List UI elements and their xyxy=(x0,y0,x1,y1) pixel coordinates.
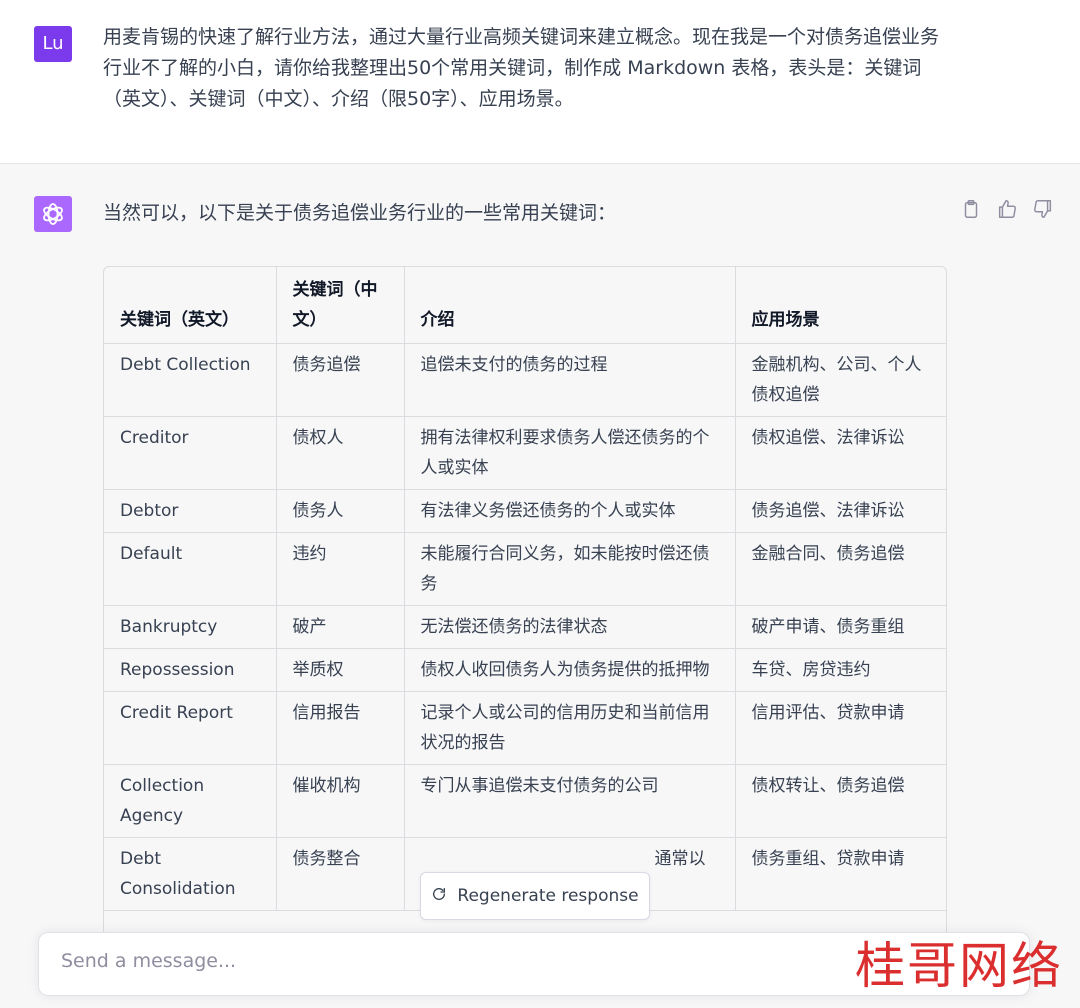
cell-scenario: 金融合同、债务追偿 xyxy=(734,532,946,606)
cell-keyword-zh: 催收机构 xyxy=(275,764,405,838)
cell-keyword-en: Credit Report xyxy=(104,691,277,765)
cell-intro: 未能履行合同义务，如未能按时偿还债务 xyxy=(403,532,736,606)
table-row: Creditor 债权人 拥有法律权利要求债务人偿还债务的个人或实体 债权追偿、… xyxy=(104,416,946,490)
cell-keyword-zh: 债权人 xyxy=(275,416,405,490)
cell-scenario: 信用评估、贷款申请 xyxy=(734,691,946,765)
chatgpt-logo-icon xyxy=(34,196,72,232)
cell-keyword-zh: 债务整合 xyxy=(275,837,405,911)
cell-keyword-en: Default xyxy=(104,532,277,606)
header-scenario: 应用场景 xyxy=(734,267,946,344)
table-row: Credit Report 信用报告 记录个人或公司的信用历史和当前信用状况的报… xyxy=(104,691,946,765)
table-row: Repossession 举质权 债权人收回债务人为债务提供的抵押物 车贷、房贷… xyxy=(104,648,946,692)
thumbs-up-icon[interactable] xyxy=(996,198,1018,222)
message-actions xyxy=(960,198,1054,222)
cell-intro: 记录个人或公司的信用历史和当前信用状况的报告 xyxy=(403,691,736,765)
cell-intro: 有法律义务偿还债务的个人或实体 xyxy=(403,489,736,533)
regenerate-response-button[interactable]: Regenerate response xyxy=(420,872,650,920)
table-row: Debt Collection 债务追偿 追偿未支付的债务的过程 金融机构、公司… xyxy=(104,343,946,417)
table-row: Collection Agency 催收机构 专门从事追偿未支付债务的公司 债权… xyxy=(104,764,946,838)
table-row: Debtor 债务人 有法律义务偿还债务的个人或实体 债务追偿、法律诉讼 xyxy=(104,489,946,533)
cell-keyword-en: Repossession xyxy=(104,648,277,692)
header-keyword-zh: 关键词（中文） xyxy=(275,267,405,344)
clipboard-icon[interactable] xyxy=(960,198,982,222)
cell-intro: 债权人收回债务人为债务提供的抵押物 xyxy=(403,648,736,692)
assistant-intro: 当然可以，以下是关于债务追偿业务行业的一些常用关键词： xyxy=(103,202,617,224)
cell-intro: 专门从事追偿未支付债务的公司 xyxy=(403,764,736,838)
cell-keyword-en: Creditor xyxy=(104,416,277,490)
table-row: Default 违约 未能履行合同义务，如未能按时偿还债务 金融合同、债务追偿 xyxy=(104,532,946,606)
cell-scenario: 债务追偿、法律诉讼 xyxy=(734,489,946,533)
cell-keyword-zh: 举质权 xyxy=(275,648,405,692)
cell-scenario: 债权追偿、法律诉讼 xyxy=(734,416,946,490)
keyword-table: 关键词（英文） 关键词（中文） 介绍 应用场景 Debt Collection … xyxy=(103,266,947,936)
cell-scenario: 车贷、房贷违约 xyxy=(734,648,946,692)
header-intro: 介绍 xyxy=(403,267,736,344)
cell-scenario: 债权转让、债务追偿 xyxy=(734,764,946,838)
user-message-text: 用麦肯锡的快速了解行业方法，通过大量行业高频关键词来建立概念。现在我是一个对债务… xyxy=(103,26,940,110)
cell-keyword-zh: 违约 xyxy=(275,532,405,606)
thumbs-down-icon[interactable] xyxy=(1032,198,1054,222)
cell-scenario: 破产申请、债务重组 xyxy=(734,605,946,649)
cell-keyword-en: Debtor xyxy=(104,489,277,533)
header-keyword-en: 关键词（英文） xyxy=(104,267,277,344)
cell-keyword-en: Debt Collection xyxy=(104,343,277,417)
cell-scenario: 金融机构、公司、个人债权追偿 xyxy=(734,343,946,417)
cell-intro: 无法偿还债务的法律状态 xyxy=(403,605,736,649)
user-avatar: Lu xyxy=(34,26,72,62)
message-input-placeholder: Send a message... xyxy=(61,950,237,972)
cell-keyword-zh: 债务人 xyxy=(275,489,405,533)
table-row: Bankruptcy 破产 无法偿还债务的法律状态 破产申请、债务重组 xyxy=(104,605,946,649)
cell-keyword-zh: 破产 xyxy=(275,605,405,649)
cell-intro: 追偿未支付的债务的过程 xyxy=(403,343,736,417)
cell-keyword-en: Debt Consolidation xyxy=(104,837,277,911)
watermark-text: 桂哥网络 xyxy=(855,937,1063,995)
cell-keyword-zh: 信用报告 xyxy=(275,691,405,765)
cell-keyword-en: Collection Agency xyxy=(104,764,277,838)
regenerate-label: Regenerate response xyxy=(457,886,639,906)
cell-intro: 拥有法律权利要求债务人偿还债务的个人或实体 xyxy=(403,416,736,490)
user-message: Lu 用麦肯锡的快速了解行业方法，通过大量行业高频关键词来建立概念。现在我是一个… xyxy=(0,0,1080,164)
cell-keyword-en: Bankruptcy xyxy=(104,605,277,649)
refresh-icon xyxy=(431,886,447,907)
cell-keyword-zh: 债务追偿 xyxy=(275,343,405,417)
table-header-row: 关键词（英文） 关键词（中文） 介绍 应用场景 xyxy=(104,267,946,344)
cell-scenario: 债务重组、贷款申请 xyxy=(734,837,946,911)
